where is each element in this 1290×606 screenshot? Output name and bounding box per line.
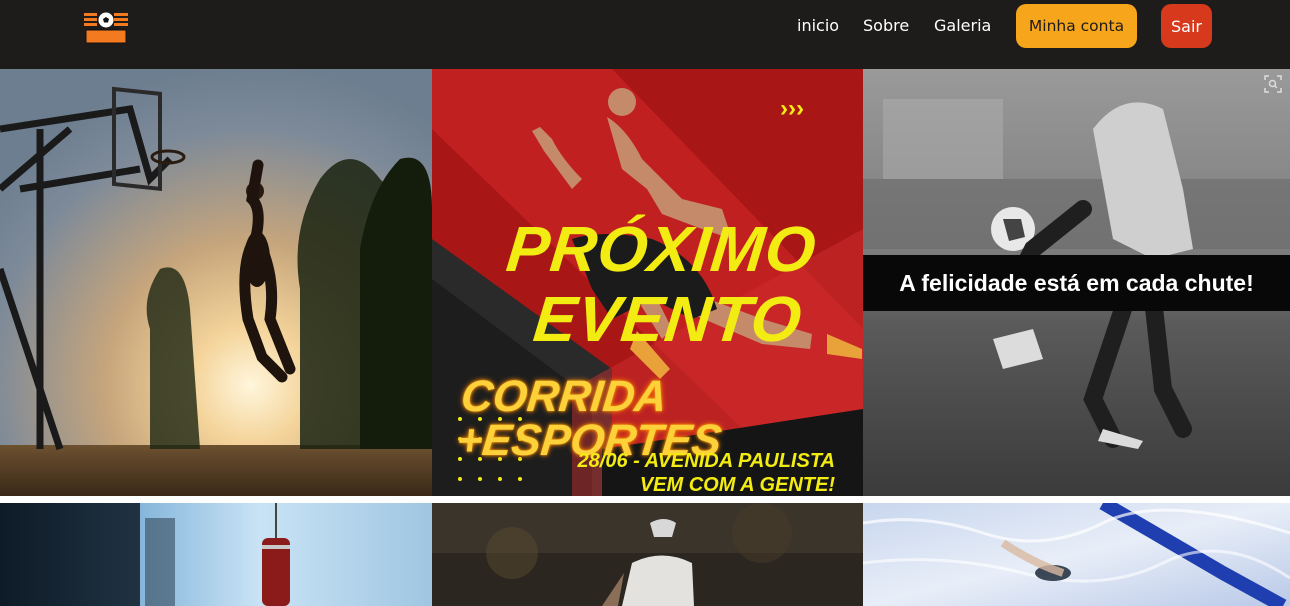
gallery-image-swimming[interactable]: [863, 503, 1290, 606]
gallery-image-boxing[interactable]: [0, 503, 432, 606]
boxing-photo: [0, 503, 432, 606]
site-header: inicio Sobre Galeria Minha conta Sair: [0, 0, 1290, 69]
soccer-caption: A felicidade está em cada chute!: [899, 269, 1254, 296]
main-nav: inicio Sobre Galeria Minha conta Sair: [0, 0, 1290, 69]
soccer-caption-band: A felicidade está em cada chute!: [863, 255, 1290, 311]
triple-chevron-icon: ›››: [780, 95, 804, 122]
runner-night-photo: [432, 503, 863, 606]
nav-link-inicio[interactable]: inicio: [797, 16, 839, 36]
logout-button[interactable]: Sair: [1161, 4, 1212, 48]
nav-link-galeria[interactable]: Galeria: [934, 16, 991, 36]
promo-title-line1: PRÓXIMO: [503, 213, 821, 285]
gallery-image-promo-event[interactable]: ››› PRÓXIMO EVENTO CORRIDA +ESPORTES 28/…: [432, 69, 863, 496]
promo-title-line2: EVENTO: [530, 283, 806, 355]
nav-link-sobre[interactable]: Sobre: [863, 16, 909, 36]
image-search-icon[interactable]: [1264, 75, 1282, 93]
gallery-image-runner-night[interactable]: [432, 503, 863, 606]
basketball-photo: [0, 69, 432, 496]
gallery-image-soccer[interactable]: A felicidade está em cada chute!: [863, 69, 1290, 496]
promo-tagline: VEM COM A GENTE!: [639, 474, 835, 496]
promo-date-block: 28/06 - AVENIDA PAULISTA VEM COM A GENTE…: [578, 449, 835, 496]
gallery-image-basketball[interactable]: [0, 69, 432, 496]
swimming-photo: [863, 503, 1290, 606]
promo-date-line: 28/06 - AVENIDA PAULISTA: [577, 450, 835, 472]
my-account-button[interactable]: Minha conta: [1016, 4, 1137, 48]
